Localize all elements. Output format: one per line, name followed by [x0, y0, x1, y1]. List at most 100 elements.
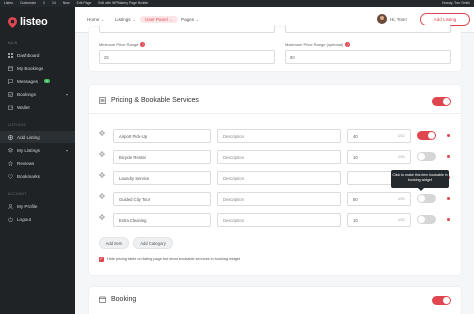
service-bookable-toggle[interactable] [417, 194, 436, 203]
user-greeting[interactable]: Hi, Tom! [390, 17, 407, 22]
price-value: 40 [353, 133, 358, 139]
messages-count-badge: 2 [43, 78, 50, 84]
sidebar-item-add-listing[interactable]: Add Listing [0, 131, 75, 143]
bookable-tooltip: Click to make this item bookable in book… [391, 170, 449, 191]
service-bookable-toggle[interactable] [417, 215, 436, 224]
add-icon [8, 134, 13, 140]
services-heading: Pricing & Bookable Services [99, 97, 199, 104]
service-bookable-toggle[interactable] [417, 131, 436, 140]
booking-card: Booking [89, 287, 461, 314]
add-listing-label: Add Listing [433, 17, 457, 22]
service-name-input[interactable]: Extra Cleaning [113, 213, 211, 227]
nav-home[interactable]: Home ⌄ [87, 17, 104, 22]
sidebar-item-reviews[interactable]: Reviews [0, 157, 75, 169]
booking-heading: Booking [99, 296, 136, 303]
booking-title: Booking [111, 296, 137, 303]
toggle-knob [443, 297, 450, 304]
sidebar-item-my-bookings[interactable]: My Bookings [0, 62, 75, 74]
chevron-down-icon: ▾ [65, 147, 68, 153]
sidebar-item-bookings[interactable]: Bookings ▾ [0, 88, 75, 100]
list-icon [99, 97, 106, 104]
sidebar-item-bookmarks[interactable]: Bookmarks [0, 170, 75, 182]
layers-icon [8, 147, 13, 153]
services-title: Pricing & Bookable Services [111, 97, 199, 104]
avatar[interactable] [377, 14, 387, 24]
help-icon[interactable]: ? [345, 42, 351, 47]
admin-bar-item[interactable]: 14 [52, 0, 56, 7]
currency-label: USD [397, 218, 405, 222]
sidebar-item-label: My Profile [17, 203, 38, 209]
admin-bar-item[interactable]: Edit Page [77, 0, 92, 7]
star-icon [8, 160, 13, 166]
calendar-icon [99, 296, 106, 303]
currency-label: USD [397, 197, 405, 201]
sidebar-item-messages[interactable]: Messages 2 [0, 75, 75, 87]
service-price-input[interactable]: 40 USD [347, 129, 411, 143]
main-content: Minimum Price Range ? Maximum Price Rang… [75, 25, 474, 314]
service-price-input[interactable]: 50 USD [347, 192, 411, 206]
sidebar-item-label: Bookings [17, 91, 36, 97]
dashboard-sidebar: listeo MAIN Dashboard My Bookings Messag… [0, 7, 75, 314]
service-name-input[interactable]: Laundry Service [113, 171, 211, 185]
nav-label: User Panel [145, 17, 168, 22]
sidebar-item-label: Add Listing [17, 134, 40, 140]
nav-label: Listings [115, 17, 131, 22]
chevron-down-icon: ⌄ [196, 17, 199, 22]
chevron-down-icon: ⌄ [132, 17, 136, 22]
sidebar-item-wallet[interactable]: Wallet [0, 101, 75, 113]
drag-handle-icon[interactable]: ✥ [98, 171, 106, 180]
service-price-input[interactable]: 10 USD [347, 213, 411, 227]
previous-field[interactable] [99, 25, 275, 33]
admin-bar-item[interactable]: 2 [43, 0, 45, 7]
admin-bar-item[interactable]: New [63, 0, 70, 7]
hide-pricing-checkbox[interactable] [99, 256, 104, 262]
service-name-input[interactable]: Airport Pick-Up [113, 129, 211, 143]
service-description-input[interactable]: Description [217, 192, 341, 206]
delete-row-icon[interactable] [447, 155, 450, 158]
booking-section-toggle[interactable] [432, 296, 451, 305]
services-section-toggle[interactable] [432, 97, 451, 106]
admin-bar-item[interactable]: Listeo [4, 0, 13, 7]
currency-label: USD [397, 155, 405, 159]
toggle-knob [418, 195, 425, 202]
nav-pages[interactable]: Pages ⌄ [181, 17, 199, 22]
service-description-input[interactable]: Description [217, 213, 341, 227]
price-value: 10 [353, 217, 358, 223]
nav-user-panel[interactable]: User Panel ⌄ [140, 16, 178, 23]
sidebar-item-label: Bookmarks [17, 173, 40, 179]
toggle-knob [428, 132, 435, 139]
previous-field[interactable] [285, 25, 451, 33]
help-icon[interactable]: ? [140, 42, 146, 47]
power-icon [8, 216, 13, 222]
admin-bar-howdy[interactable]: Howdy, Tom Smith [442, 0, 470, 7]
max-price-input[interactable]: 80 [285, 50, 451, 64]
delete-row-icon[interactable] [447, 197, 450, 200]
add-category-button[interactable]: Add Category [133, 237, 173, 249]
admin-bar-item[interactable]: Customize [20, 0, 36, 7]
service-description-input[interactable]: Description [217, 150, 341, 164]
drag-handle-icon[interactable]: ✥ [98, 150, 106, 159]
service-description-input[interactable]: Description [217, 171, 341, 185]
admin-bar-item[interactable]: Edit with WPBakery Page Builder [98, 0, 148, 7]
drag-handle-icon[interactable]: ✥ [98, 192, 106, 201]
delete-row-icon[interactable] [447, 218, 450, 221]
service-name-input[interactable]: Bicycle Rental [113, 150, 211, 164]
sidebar-item-dashboard[interactable]: Dashboard [0, 49, 75, 61]
sidebar-item-my-profile[interactable]: My Profile [0, 200, 75, 212]
brand-logo[interactable]: listeo [8, 16, 48, 28]
sidebar-item-logout[interactable]: Logout [0, 213, 75, 225]
drag-handle-icon[interactable]: ✥ [98, 213, 106, 222]
nav-listings[interactable]: Listings ⌄ [115, 17, 136, 22]
heart-icon [8, 173, 13, 179]
wp-admin-bar: Listeo Customize 2 14 New Edit Page Edit… [0, 0, 474, 7]
add-item-button[interactable]: Add Item [99, 237, 129, 249]
min-price-input[interactable]: 25 [99, 50, 275, 64]
sidebar-item-my-listings[interactable]: My Listings ▾ [0, 144, 75, 156]
service-price-input[interactable]: 10 USD [347, 150, 411, 164]
drag-handle-icon[interactable]: ✥ [98, 129, 106, 138]
service-description-input[interactable]: Description [217, 129, 341, 143]
divider [89, 113, 461, 114]
service-bookable-toggle[interactable] [417, 152, 436, 161]
service-name-input[interactable]: Guided City Tour [113, 192, 211, 206]
delete-row-icon[interactable] [447, 134, 450, 137]
